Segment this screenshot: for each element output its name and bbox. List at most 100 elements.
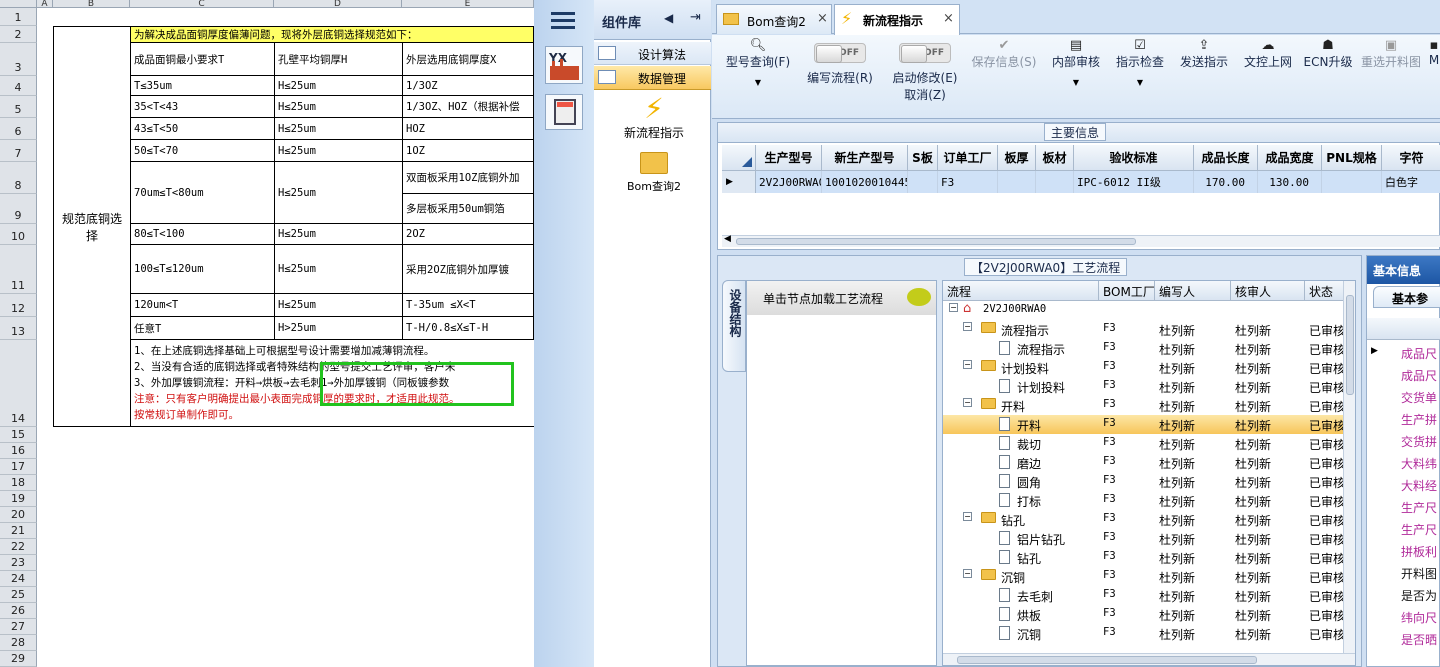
row-header[interactable]: 6 bbox=[0, 118, 37, 140]
row-header[interactable]: 3 bbox=[0, 43, 37, 76]
column-header[interactable]: 成品宽度 bbox=[1258, 145, 1322, 171]
reselect-cutting-image-button[interactable]: ▣ 重选开料图 bbox=[1354, 39, 1428, 70]
close-icon[interactable]: × bbox=[817, 11, 828, 26]
tab-bom-query[interactable]: Bom查询2 × bbox=[716, 4, 832, 34]
basic-info-item[interactable]: 成品尺 bbox=[1401, 345, 1437, 366]
column-header-e[interactable]: E bbox=[402, 0, 534, 9]
bom-query-launcher[interactable]: Bom查询2 bbox=[619, 152, 689, 194]
new-process-launcher[interactable]: ⚡ 新流程指示 bbox=[619, 94, 689, 141]
basic-info-item[interactable]: 开料图 bbox=[1401, 565, 1437, 586]
tree-leaf-node[interactable]: 计划投料 F3 杜列新 杜列新 已审核 bbox=[943, 377, 1345, 396]
tree-column-header[interactable]: 核审人 bbox=[1231, 281, 1305, 301]
tab-new-process[interactable]: ⚡ 新流程指示 × bbox=[834, 4, 960, 35]
toggle-switch[interactable]: OFF bbox=[899, 43, 951, 63]
column-header[interactable]: 板材 bbox=[1036, 145, 1074, 171]
start-modify-toggle[interactable]: OFF 启动修改(E) 取消(Z) bbox=[880, 43, 970, 103]
ecn-upgrade-button[interactable]: ☗ ECN升级 bbox=[1300, 39, 1356, 70]
column-header[interactable]: S板 bbox=[908, 145, 938, 171]
column-header[interactable]: PNL规格 bbox=[1322, 145, 1382, 171]
toggle-switch[interactable]: OFF bbox=[814, 43, 866, 63]
sheet-cell[interactable]: H≤25um bbox=[275, 140, 403, 162]
row-header[interactable]: 23 bbox=[0, 555, 37, 571]
row-header[interactable]: 21 bbox=[0, 523, 37, 539]
collapse-icon[interactable]: − bbox=[963, 398, 972, 407]
grid-cell[interactable]: 白色字 bbox=[1382, 171, 1440, 193]
scroll-thumb[interactable] bbox=[957, 656, 1257, 664]
sidebar-item-design[interactable]: 设计算法 bbox=[594, 42, 711, 65]
sheet-cell[interactable]: T≤35um bbox=[131, 76, 275, 96]
sheet-cell[interactable]: H≤25um bbox=[275, 245, 403, 294]
grid-cell[interactable]: 10010200104458 bbox=[822, 171, 908, 193]
column-header[interactable]: 验收标准 bbox=[1074, 145, 1194, 171]
grid-cell[interactable] bbox=[1322, 171, 1382, 193]
cancel-label[interactable]: 取消(Z) bbox=[880, 86, 970, 103]
basic-info-item[interactable]: 生产拼 bbox=[1401, 411, 1437, 432]
row-header[interactable]: 13 bbox=[0, 317, 37, 340]
sheet-cell[interactable]: 43≤T<50 bbox=[131, 118, 275, 140]
collapse-icon[interactable]: − bbox=[963, 569, 972, 578]
tree-folder-node[interactable]: − 计划投料 F3 杜列新 杜列新 已审核 bbox=[943, 358, 1345, 377]
row-header[interactable]: 15 bbox=[0, 427, 37, 443]
save-info-button[interactable]: ✔ 保存信息(S) bbox=[966, 39, 1042, 70]
sheet-cell[interactable]: 35<T<43 bbox=[131, 96, 275, 118]
tree-folder-node[interactable]: − 沉铜 F3 杜列新 杜列新 已审核 bbox=[943, 567, 1345, 586]
basic-info-item[interactable]: 生产尺 bbox=[1401, 521, 1437, 542]
sheet-cell[interactable]: 采用2OZ底铜外加厚镀 bbox=[403, 245, 534, 294]
sheet-cell[interactable]: T-35um ≤X<T bbox=[403, 294, 534, 317]
tree-leaf-node[interactable]: 裁切 F3 杜列新 杜列新 已审核 bbox=[943, 434, 1345, 453]
grid-corner[interactable] bbox=[722, 145, 756, 171]
basic-info-item[interactable]: 是否晒 bbox=[1401, 631, 1437, 652]
header-cell-t[interactable]: 成品面铜最小要求T bbox=[131, 43, 275, 76]
grid-cell[interactable] bbox=[1036, 171, 1074, 193]
basic-info-item[interactable]: 纬向尺 bbox=[1401, 609, 1437, 630]
row-header[interactable]: 19 bbox=[0, 491, 37, 507]
column-header-d[interactable]: D bbox=[274, 0, 402, 9]
row-header[interactable]: 27 bbox=[0, 619, 37, 635]
row-header[interactable]: 18 bbox=[0, 475, 37, 491]
sheet-cell[interactable]: 多层板采用50um铜箔 bbox=[403, 194, 534, 224]
row-header[interactable]: 5 bbox=[0, 96, 37, 118]
doc-control-online-button[interactable]: ☁ 文控上网 bbox=[1236, 39, 1300, 70]
row-header[interactable]: 9 bbox=[0, 194, 37, 224]
basic-info-item[interactable]: 生产尺 bbox=[1401, 499, 1437, 520]
column-header-c[interactable]: C bbox=[130, 0, 274, 9]
sheet-cell[interactable]: H≤25um bbox=[275, 162, 403, 224]
sidebar-item-data[interactable]: 数据管理 bbox=[594, 66, 711, 90]
row-header[interactable]: 14 bbox=[0, 340, 37, 427]
model-query-button[interactable]: 🔍︎ 型号查询(F) ▼ bbox=[718, 39, 798, 88]
collapse-left-icon[interactable]: ◀ bbox=[664, 11, 673, 25]
row-header[interactable]: 7 bbox=[0, 140, 37, 162]
grid-cell[interactable] bbox=[998, 171, 1036, 193]
tree-leaf-node[interactable]: 去毛刺 F3 杜列新 杜列新 已审核 bbox=[943, 586, 1345, 605]
dropdown-arrow-icon[interactable]: ▼ bbox=[1108, 78, 1172, 87]
tree-folder-node[interactable]: − 流程指示 F3 杜列新 杜列新 已审核 bbox=[943, 320, 1345, 339]
tree-folder-node[interactable]: − 钻孔 F3 杜列新 杜列新 已审核 bbox=[943, 510, 1345, 529]
internal-review-button[interactable]: ▤ 内部审核 ▼ bbox=[1044, 39, 1108, 88]
tree-leaf-node[interactable]: 烘板 F3 杜列新 杜列新 已审核 bbox=[943, 605, 1345, 624]
instruction-check-button[interactable]: ☑ 指示检查 ▼ bbox=[1108, 39, 1172, 88]
tree-leaf-node[interactable]: 铝片钻孔 F3 杜列新 杜列新 已审核 bbox=[943, 529, 1345, 548]
grid-cell[interactable]: 2V2J00RWA0 bbox=[756, 171, 822, 193]
sheet-cell[interactable]: H≤25um bbox=[275, 118, 403, 140]
row-header[interactable]: 26 bbox=[0, 603, 37, 619]
column-header[interactable]: 字符 bbox=[1382, 145, 1440, 171]
tree-leaf-node[interactable]: 沉铜 F3 杜列新 杜列新 已审核 bbox=[943, 624, 1345, 643]
sheet-cell[interactable]: 1OZ bbox=[403, 140, 534, 162]
sheet-title-cell[interactable]: 为解决成品面铜厚度偏薄问题，现将外层底铜选择规范如下： bbox=[131, 27, 534, 43]
column-header[interactable]: 订单工厂 bbox=[938, 145, 998, 171]
close-icon[interactable]: × bbox=[943, 11, 954, 26]
collapse-icon[interactable]: − bbox=[949, 303, 958, 312]
vertical-tab-equipment[interactable]: 设备结构 bbox=[722, 280, 746, 372]
basic-info-item[interactable]: 大料纬 bbox=[1401, 455, 1437, 476]
row-header[interactable]: 4 bbox=[0, 76, 37, 96]
row-header[interactable]: 24 bbox=[0, 571, 37, 587]
basic-params-tab[interactable]: 基本参 bbox=[1373, 286, 1440, 308]
sheet-cell[interactable]: 2OZ bbox=[403, 224, 534, 245]
dropdown-arrow-icon[interactable]: ▼ bbox=[1044, 78, 1108, 87]
row-header[interactable]: 25 bbox=[0, 587, 37, 603]
sheet-cell[interactable]: 120um<T bbox=[131, 294, 275, 317]
send-instruction-button[interactable]: ⇪ 发送指示 bbox=[1172, 39, 1236, 70]
row-header[interactable]: 29 bbox=[0, 651, 37, 667]
row-header[interactable]: 11 bbox=[0, 245, 37, 294]
tree-leaf-node[interactable]: 钻孔 F3 杜列新 杜列新 已审核 bbox=[943, 548, 1345, 567]
